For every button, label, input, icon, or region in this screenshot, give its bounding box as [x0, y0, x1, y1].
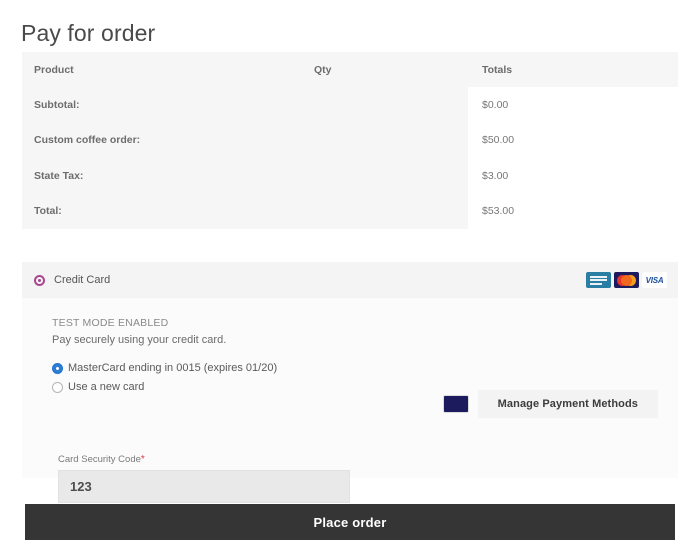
mastercard-thumbnail-icon: [442, 395, 469, 413]
table-row: Custom coffee order: $50.00: [22, 122, 678, 158]
order-summary-table: Product Qty Totals Subtotal: $0.00 Custo…: [22, 52, 678, 229]
table-row: Total: $53.00: [22, 193, 678, 229]
row-total-custom-coffee-order: $50.00: [468, 122, 678, 158]
table-row: State Tax: $3.00: [22, 158, 678, 194]
table-header-row: Product Qty Totals: [22, 52, 678, 87]
page-title: Pay for order: [21, 20, 156, 47]
visa-logo-text: VISA: [645, 275, 664, 285]
accepted-card-logos: VISA: [586, 272, 667, 288]
column-header-totals: Totals: [468, 52, 678, 87]
row-label-custom-coffee-order: Custom coffee order:: [22, 122, 302, 158]
payment-method-header[interactable]: Credit Card VISA: [22, 262, 678, 298]
new-card-label: Use a new card: [68, 381, 145, 393]
required-marker-icon: *: [140, 454, 145, 465]
card-security-code-label: Card Security Code*: [58, 454, 350, 465]
pay-for-order-page: Pay for order Product Qty Totals Subtota…: [0, 0, 700, 552]
row-label-subtotal: Subtotal:: [22, 87, 302, 123]
row-total-total: $53.00: [468, 193, 678, 229]
row-qty-custom-coffee-order: [302, 122, 468, 158]
column-header-product: Product: [22, 52, 302, 87]
new-card-radio-icon[interactable]: [52, 381, 63, 393]
amex-logo-icon: [586, 272, 611, 288]
saved-card-radio-icon-selected[interactable]: [52, 362, 63, 374]
visa-logo-icon: VISA: [642, 272, 667, 288]
card-security-code-label-text: Card Security Code: [58, 454, 141, 465]
place-order-button[interactable]: Place order: [25, 504, 675, 540]
card-security-code-group: Card Security Code*: [58, 454, 350, 503]
row-total-subtotal: $0.00: [468, 87, 678, 123]
table-body: Subtotal: $0.00 Custom coffee order: $50…: [22, 87, 678, 229]
payment-description: Pay securely using your credit card.: [52, 334, 227, 346]
saved-card-option-mastercard[interactable]: MasterCard ending in 0015 (expires 01/20…: [52, 360, 678, 376]
row-qty-state-tax: [302, 158, 468, 194]
mastercard-logo-icon: [614, 272, 639, 288]
manage-payment-methods-button[interactable]: Manage Payment Methods: [477, 390, 658, 418]
card-security-code-input[interactable]: [58, 470, 350, 503]
row-qty-total: [302, 193, 468, 229]
row-label-state-tax: State Tax:: [22, 158, 302, 194]
manage-payment-methods-group: Manage Payment Methods: [442, 390, 658, 418]
payment-method-title: Credit Card: [54, 274, 111, 286]
table-header: Product Qty Totals: [22, 52, 678, 87]
credit-card-radio-icon[interactable]: [34, 274, 45, 286]
row-qty-subtotal: [302, 87, 468, 123]
row-total-state-tax: $3.00: [468, 158, 678, 194]
payment-method-panel: Credit Card VISA TEST MODE ENABLED Pay s…: [22, 262, 678, 503]
row-label-total: Total:: [22, 193, 302, 229]
test-mode-notice: TEST MODE ENABLED: [52, 317, 169, 329]
table-row: Subtotal: $0.00: [22, 87, 678, 123]
payment-method-body: TEST MODE ENABLED Pay securely using you…: [22, 298, 678, 503]
column-header-qty: Qty: [302, 52, 468, 87]
saved-card-label: MasterCard ending in 0015 (expires 01/20…: [68, 362, 278, 374]
